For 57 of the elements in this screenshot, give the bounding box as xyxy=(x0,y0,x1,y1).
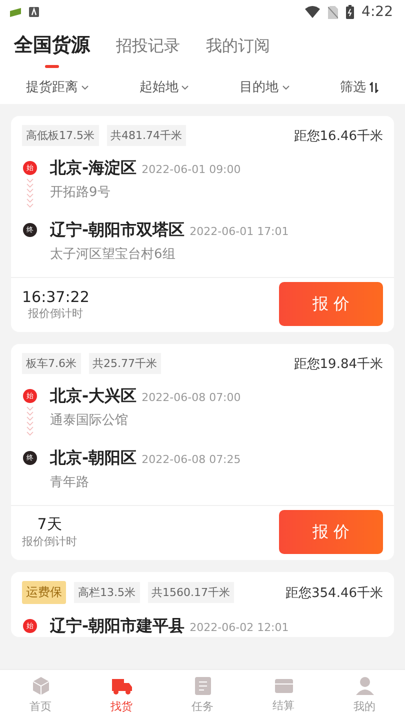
filter-dropdown[interactable]: 起始地 xyxy=(139,78,190,96)
destination-address: 太子河区望宝台村6组 xyxy=(50,246,176,263)
origin-address: 开拓路9号 xyxy=(50,184,112,201)
countdown-label: 报价倒计时 xyxy=(22,534,77,549)
notification-icon xyxy=(29,7,39,17)
distance-text: 距您16.46千米 xyxy=(294,128,383,144)
app-icon xyxy=(10,8,21,16)
battery-icon xyxy=(346,5,354,19)
tag: 板车7.6米 xyxy=(22,353,80,374)
tag: 共1560.17千米 xyxy=(148,582,234,603)
pickup-time: 2022-06-01 09:00 xyxy=(142,163,241,176)
quote-button[interactable]: 报 价 xyxy=(279,282,383,326)
wifi-icon xyxy=(304,6,320,18)
chevron-down-icon xyxy=(282,84,290,90)
tag: 高栏13.5米 xyxy=(74,582,140,603)
destination-city: 北京-朝阳区 xyxy=(50,448,137,469)
clock-time: 4:22 xyxy=(362,4,393,20)
pickup-time: 2022-06-02 12:01 xyxy=(190,621,289,634)
filter-dropdown[interactable]: 目的地 xyxy=(240,78,290,96)
origin-city: 北京-大兴区 xyxy=(50,386,137,407)
chevron-down-icon xyxy=(81,84,89,90)
tab[interactable]: 我的订阅 xyxy=(206,32,270,70)
card-icon xyxy=(274,677,294,695)
countdown-value: 16:37:22 xyxy=(22,288,90,306)
distance-text: 距您354.46千米 xyxy=(286,584,383,602)
user-icon xyxy=(354,676,374,696)
countdown-value: 7天 xyxy=(37,515,62,534)
sort-icon xyxy=(368,82,379,92)
tag: 共481.74千米 xyxy=(106,125,186,146)
destination-city: 辽宁-朝阳市双塔区 xyxy=(50,220,185,241)
nav-item[interactable]: 找货 xyxy=(92,676,152,714)
nav-item[interactable]: 我的 xyxy=(334,676,394,714)
origin-address: 通泰国际公馆 xyxy=(50,412,129,429)
chevron-down-icon xyxy=(181,84,190,90)
pickup-time: 2022-06-08 07:00 xyxy=(142,391,241,404)
distance-text: 距您19.84千米 xyxy=(294,356,383,372)
box-icon xyxy=(30,676,50,696)
tag: 运费保 xyxy=(22,581,66,604)
no-sim-icon xyxy=(328,6,338,18)
tag: 高低板17.5米 xyxy=(22,125,98,146)
destination-address: 青年路 xyxy=(50,474,90,491)
origin-city: 辽宁-朝阳市建平县 xyxy=(50,616,185,637)
tab[interactable]: 全国货源 xyxy=(14,32,90,70)
truck-icon xyxy=(110,676,132,696)
quote-button[interactable]: 报 价 xyxy=(279,510,383,554)
tab[interactable]: 招投记录 xyxy=(116,32,180,70)
document-icon xyxy=(194,676,212,696)
tag: 共25.77千米 xyxy=(88,353,161,374)
delivery-time: 2022-06-01 17:01 xyxy=(190,225,289,238)
filter-dropdown[interactable]: 筛选 xyxy=(340,78,379,96)
nav-item[interactable]: 任务 xyxy=(172,676,232,714)
nav-item[interactable]: 结算 xyxy=(254,677,314,713)
delivery-time: 2022-06-08 07:25 xyxy=(142,453,241,466)
origin-city: 北京-海淀区 xyxy=(50,158,137,179)
countdown-label: 报价倒计时 xyxy=(28,306,84,320)
filter-dropdown[interactable]: 提货距离 xyxy=(26,78,89,96)
nav-item[interactable]: 首页 xyxy=(10,676,70,714)
